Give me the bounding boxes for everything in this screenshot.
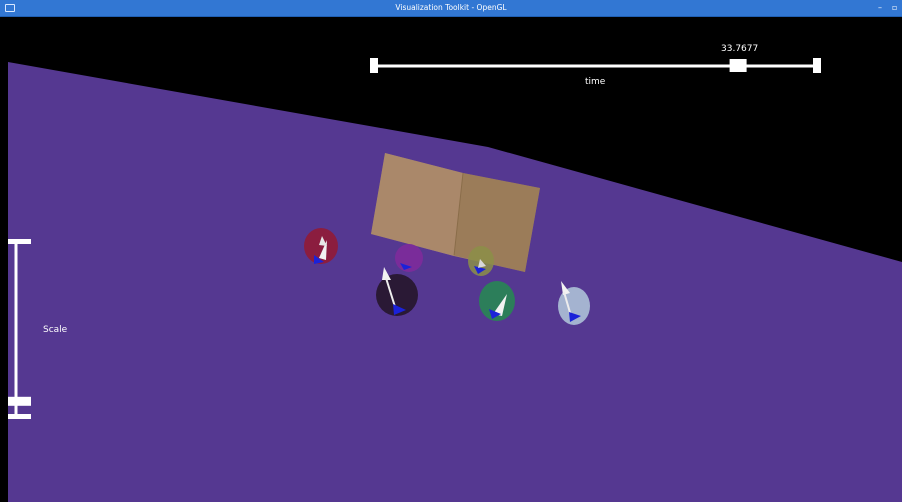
scale-slider-bottom-cap bbox=[8, 414, 31, 419]
particle-green bbox=[479, 281, 515, 321]
window-titlebar: Visualization Toolkit - OpenGL – ▫ bbox=[0, 0, 902, 17]
time-slider-value: 33.7677 bbox=[721, 44, 759, 54]
render-viewport[interactable]: 33.7677 time Scale bbox=[8, 16, 902, 502]
window-title: Visualization Toolkit - OpenGL bbox=[395, 3, 507, 12]
ground-plane bbox=[8, 62, 902, 502]
minimize-icon[interactable]: – bbox=[878, 1, 882, 15]
scale-slider-top-cap bbox=[8, 239, 31, 244]
particle-olive bbox=[468, 246, 494, 276]
particle-crimson bbox=[304, 228, 338, 264]
render-scene bbox=[8, 58, 902, 502]
time-slider-left-cap bbox=[370, 58, 378, 73]
scale-slider-knob[interactable] bbox=[8, 396, 31, 406]
time-slider-right-cap bbox=[813, 58, 821, 73]
time-slider[interactable] bbox=[370, 58, 821, 73]
time-slider-knob[interactable] bbox=[729, 59, 747, 72]
scale-slider-title: Scale bbox=[43, 325, 68, 335]
restore-icon[interactable]: ▫ bbox=[892, 1, 897, 15]
time-slider-title: time bbox=[585, 77, 606, 87]
particle-magenta bbox=[395, 244, 423, 272]
